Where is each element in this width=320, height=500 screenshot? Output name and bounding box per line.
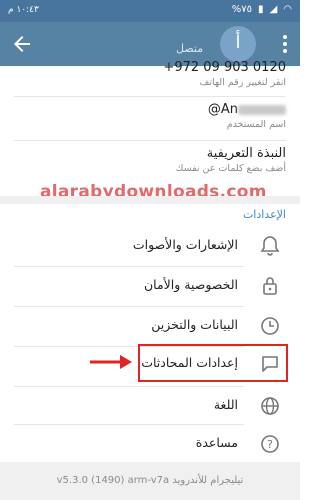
username-row[interactable]: @An اسم المستخدم bbox=[208, 102, 286, 130]
username-hint: اسم المستخدم bbox=[226, 119, 286, 130]
status-bar: ١٠:٤٣ م %٧٥ ▮ ◢ ◠ bbox=[0, 0, 300, 22]
settings-item-label: الإشعارات والأصوات bbox=[132, 237, 238, 252]
back-button[interactable] bbox=[10, 32, 34, 56]
wifi-icon: ◠ bbox=[283, 4, 292, 15]
settings-item-label: اللغة bbox=[213, 397, 238, 412]
lock-icon bbox=[258, 274, 282, 298]
settings-item-privacy[interactable]: الخصوصية والأمان bbox=[0, 266, 300, 306]
phone-row[interactable]: +972 09 903 0120 انقر لتغيير رقم الهاتف bbox=[163, 60, 286, 88]
battery-icon: ▮ bbox=[258, 4, 264, 15]
divider bbox=[14, 96, 286, 97]
username-text: @An bbox=[207, 102, 238, 117]
back-arrow-icon bbox=[14, 36, 30, 52]
clock-icon bbox=[258, 314, 282, 338]
clock: ١٠:٤٣ م bbox=[8, 5, 39, 15]
svg-text:?: ? bbox=[267, 438, 273, 451]
globe-icon bbox=[258, 394, 282, 418]
avatar[interactable]: أ bbox=[220, 26, 256, 62]
bio-value: النبذة التعريفية bbox=[206, 146, 286, 161]
settings-item-label: مساعدة bbox=[195, 435, 238, 450]
divider bbox=[14, 140, 286, 141]
online-status: متصل bbox=[176, 42, 204, 55]
more-vertical-icon bbox=[283, 35, 287, 53]
phone-value: +972 09 903 0120 bbox=[163, 60, 286, 75]
username-blur bbox=[238, 104, 286, 115]
settings-item-label: الخصوصية والأمان bbox=[143, 277, 238, 292]
red-arrow-icon bbox=[90, 355, 132, 369]
settings-item-notifications[interactable]: الإشعارات والأصوات bbox=[0, 226, 300, 266]
settings-item-label: البيانات والتخزين bbox=[151, 317, 238, 332]
battery-level: %٧٥ bbox=[231, 4, 253, 15]
more-menu-button[interactable] bbox=[276, 32, 294, 56]
phone-hint: انقر لتغيير رقم الهاتف bbox=[199, 77, 286, 88]
settings-item-help[interactable]: مساعدة ? bbox=[0, 424, 300, 464]
settings-item-data-storage[interactable]: البيانات والتخزين bbox=[0, 306, 300, 346]
settings-section-title: الإعدادات bbox=[242, 208, 286, 221]
settings-item-language[interactable]: اللغة bbox=[0, 386, 300, 426]
bell-icon bbox=[258, 234, 282, 258]
section-separator bbox=[0, 196, 300, 204]
profile-section: +972 09 903 0120 انقر لتغيير رقم الهاتف … bbox=[0, 60, 300, 186]
help-icon: ? bbox=[258, 432, 282, 456]
bio-row[interactable]: النبذة التعريفية أضف بضع كلمات عن نفسك bbox=[176, 146, 286, 174]
bio-hint: أضف بضع كلمات عن نفسك bbox=[175, 163, 286, 174]
status-icons: %٧٥ ▮ ◢ ◠ bbox=[232, 4, 292, 15]
signal-icon: ◢ bbox=[269, 4, 278, 15]
app-version-footer: تيليجرام للأندرويد v5.3.0 (1490) arm-v7a bbox=[0, 462, 300, 500]
highlight-box bbox=[138, 344, 288, 382]
username-value: @An bbox=[208, 102, 286, 117]
